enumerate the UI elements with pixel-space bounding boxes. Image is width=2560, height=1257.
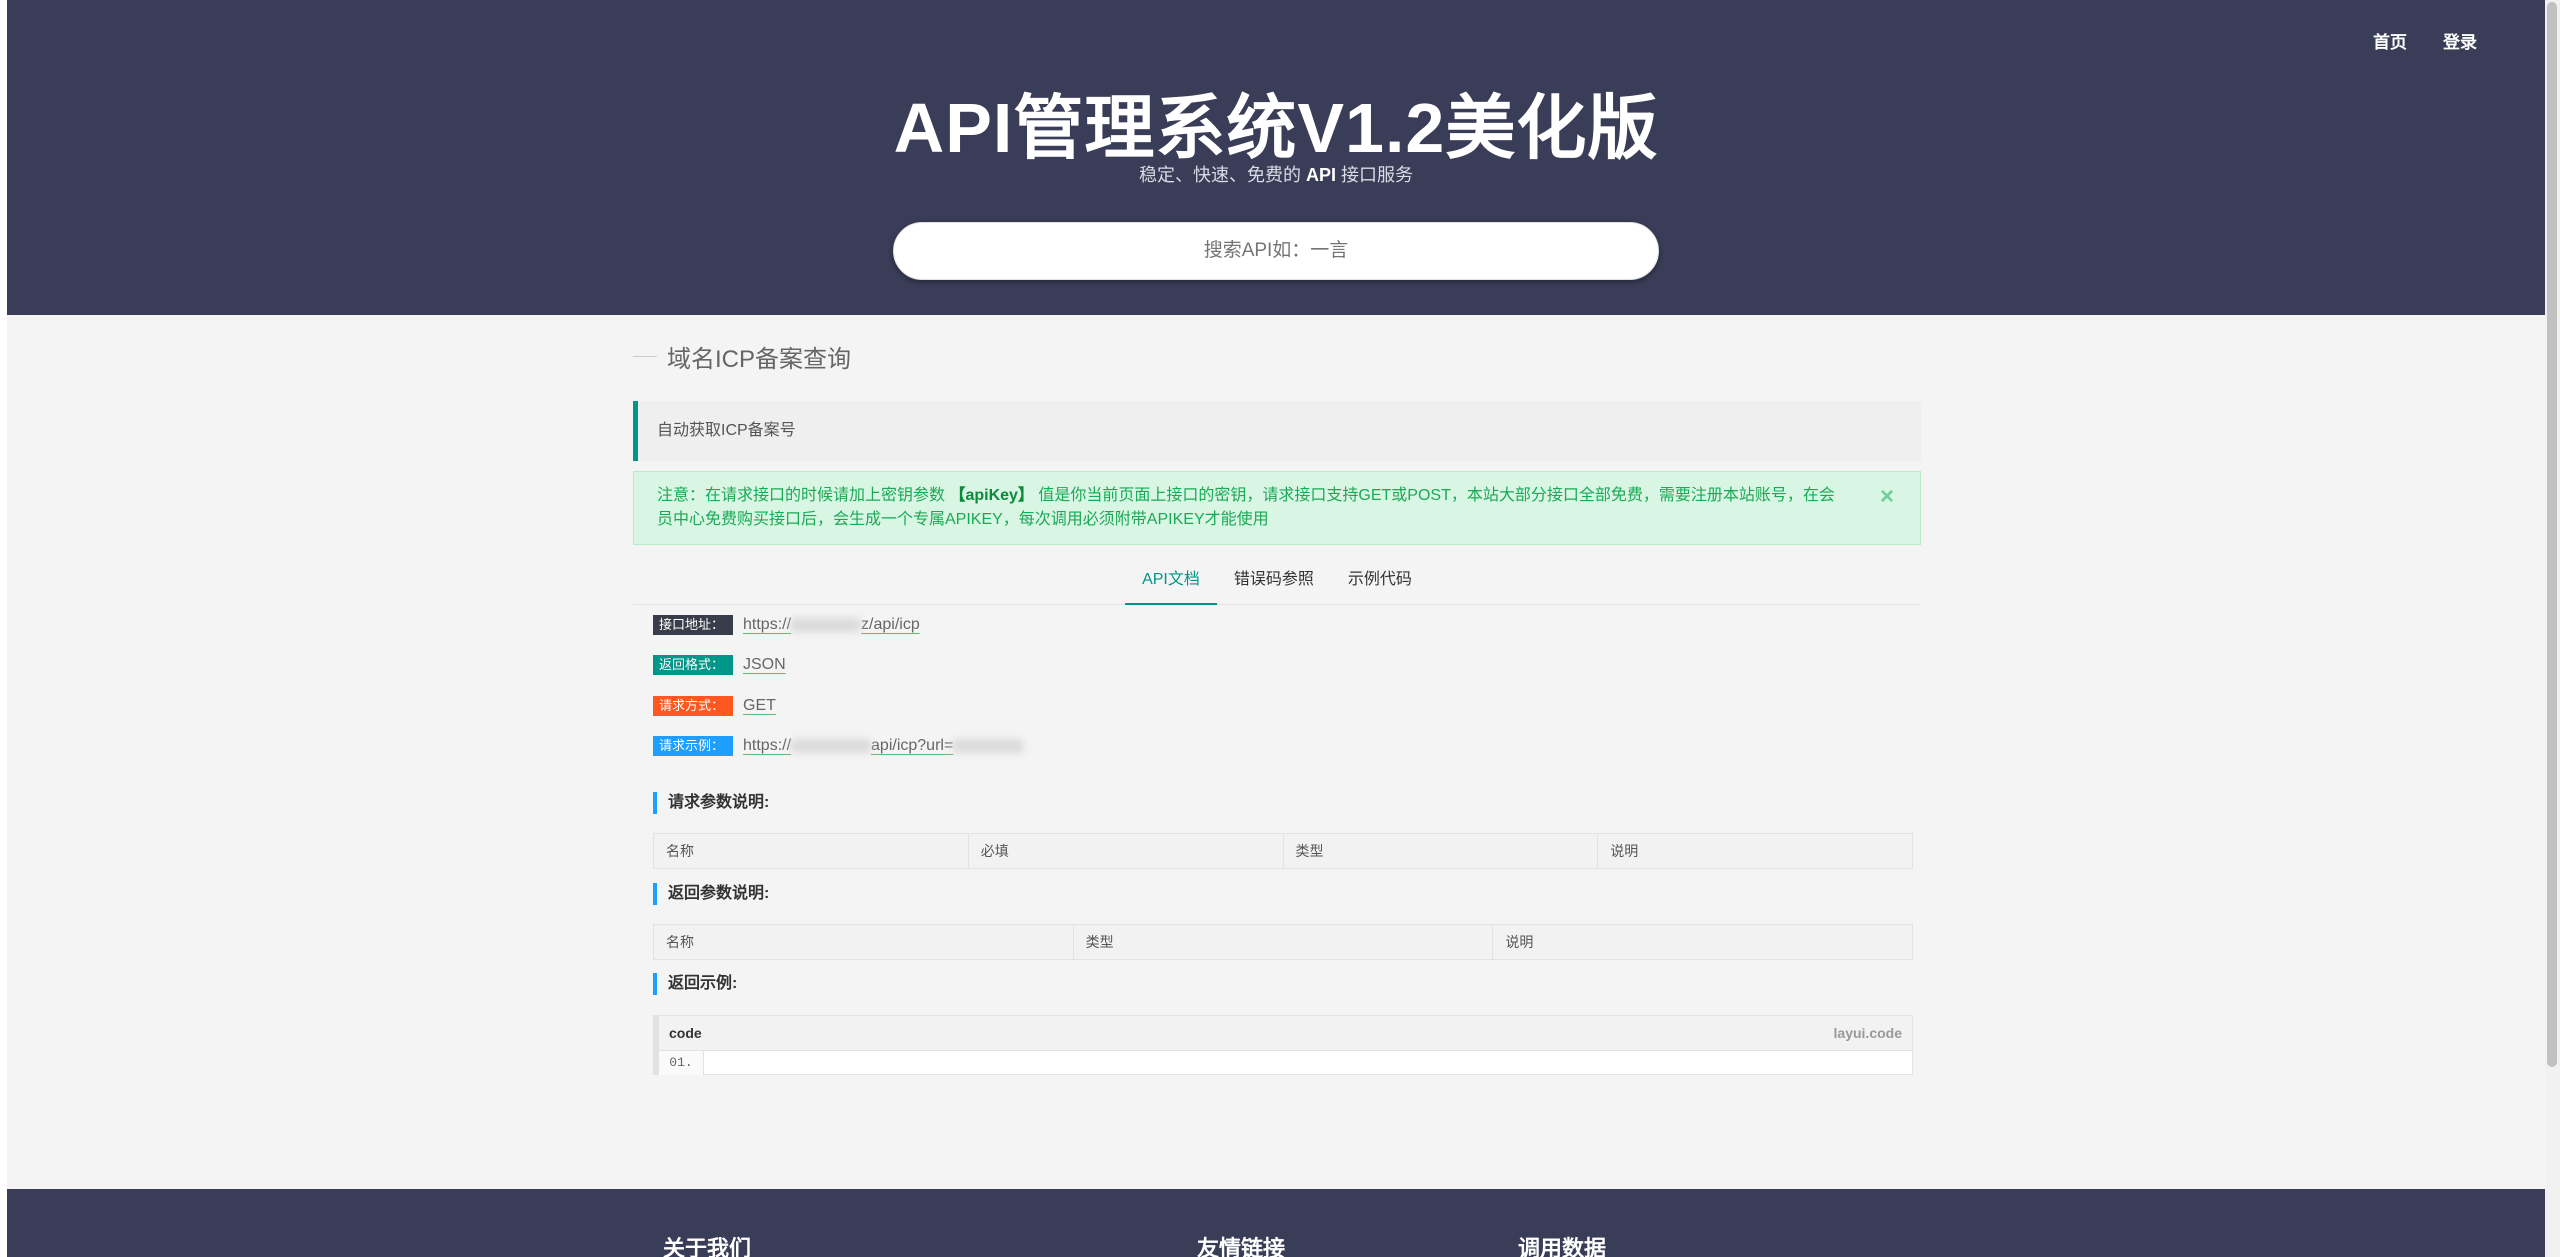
code-content (704, 1051, 1912, 1075)
notice-text-prefix: 注意：在请求接口的时候请加上密钥参数 (657, 487, 950, 504)
tab-api-docs[interactable]: API文档 (1125, 556, 1217, 605)
page-frame: 首页 登录 API管理系统V1.2美化版 稳定、快速、免费的 API 接口服务 … (7, 0, 2545, 1257)
tab-error-codes[interactable]: 错误码参照 (1217, 556, 1331, 604)
table-header-cell: 名称 (654, 834, 969, 868)
line-number: 01. (659, 1051, 704, 1075)
top-nav: 首页 登录 (2373, 28, 2477, 53)
footer-about-heading: 关于我们 (663, 1236, 752, 1257)
response-params-table: 名称 类型 说明 (653, 924, 1913, 960)
redacted-domain (791, 617, 862, 632)
redacted-domain (791, 738, 872, 753)
title-divider (633, 356, 657, 357)
doc-tabs: API文档 错误码参照 示例代码 (633, 556, 1921, 605)
notice-alert: 注意：在请求接口的时候请加上密钥参数 【apiKey】 值是你当前页面上接口的密… (633, 471, 1921, 545)
example-url-prefix: https:// (743, 737, 792, 754)
info-row-method: 请求方式： GET (653, 693, 776, 719)
scrollbar-thumb[interactable] (2547, 2, 2557, 1067)
api-url-suffix: z/api/icp (861, 616, 920, 633)
redacted-param (953, 738, 1024, 753)
code-block: code layui.code 01. (653, 1015, 1913, 1075)
subtitle-text-after: 接口服务 (1336, 165, 1414, 185)
nav-login-link[interactable]: 登录 (2443, 28, 2477, 53)
info-row-format: 返回格式： JSON (653, 652, 786, 678)
api-search-input[interactable] (893, 222, 1659, 280)
url-badge: 接口地址： (653, 615, 733, 635)
format-value: JSON (743, 656, 786, 673)
info-row-example: 请求示例： https:// api/icp?url= (653, 733, 1024, 759)
page-title-text: 域名ICP备案查询 (667, 346, 852, 373)
return-example-heading: 返回示例: (653, 973, 737, 995)
footer-links-heading: 友情链接 (1197, 1236, 1286, 1257)
close-icon[interactable]: × (1880, 485, 1894, 509)
example-badge: 请求示例： (653, 736, 733, 756)
api-url-prefix: https:// (743, 616, 792, 633)
code-block-header: code layui.code (659, 1016, 1912, 1051)
footer-stats-heading: 调用数据 (1518, 1236, 1607, 1257)
subtitle-text-before: 稳定、快速、免费的 (1138, 165, 1306, 185)
example-url-suffix: api/icp?url= (871, 737, 954, 754)
table-header-cell: 名称 (654, 925, 1074, 959)
api-description: 自动获取ICP备案号 (633, 401, 1921, 461)
code-line: 01. (659, 1051, 1912, 1075)
site-title: API管理系统V1.2美化版 (893, 89, 1659, 167)
page-title: 域名ICP备案查询 (633, 339, 851, 374)
table-header-cell: 必填 (969, 834, 1284, 868)
method-value: GET (743, 697, 776, 714)
request-params-table: 名称 必填 类型 说明 (653, 833, 1913, 869)
nav-home-link[interactable]: 首页 (2373, 28, 2407, 53)
response-params-heading: 返回参数说明: (653, 883, 769, 905)
code-label: code (669, 1025, 702, 1041)
site-footer: 关于我们 友情链接 调用数据 (7, 1189, 2545, 1257)
api-url-link[interactable]: https:// z/api/icp (743, 616, 920, 634)
notice-apikey: 【apiKey】 (949, 487, 1034, 504)
method-badge: 请求方式： (653, 696, 733, 716)
example-url-link[interactable]: https:// api/icp?url= (743, 737, 1024, 755)
info-row-url: 接口地址： https:// z/api/icp (653, 612, 920, 638)
site-header: 首页 登录 API管理系统V1.2美化版 稳定、快速、免费的 API 接口服务 (7, 0, 2545, 315)
site-subtitle: 稳定、快速、免费的 API 接口服务 (7, 161, 2545, 187)
table-header-cell: 说明 (1610, 843, 1639, 859)
request-params-heading: 请求参数说明: (653, 792, 769, 814)
table-header-cell: 类型 (1074, 925, 1494, 959)
subtitle-api: API (1305, 165, 1336, 185)
table-header-cell: 说明 (1505, 934, 1534, 950)
tab-sample-code[interactable]: 示例代码 (1331, 556, 1429, 604)
format-badge: 返回格式： (653, 655, 733, 675)
table-header-cell: 类型 (1284, 834, 1599, 868)
code-brand: layui.code (1833, 1025, 1902, 1041)
